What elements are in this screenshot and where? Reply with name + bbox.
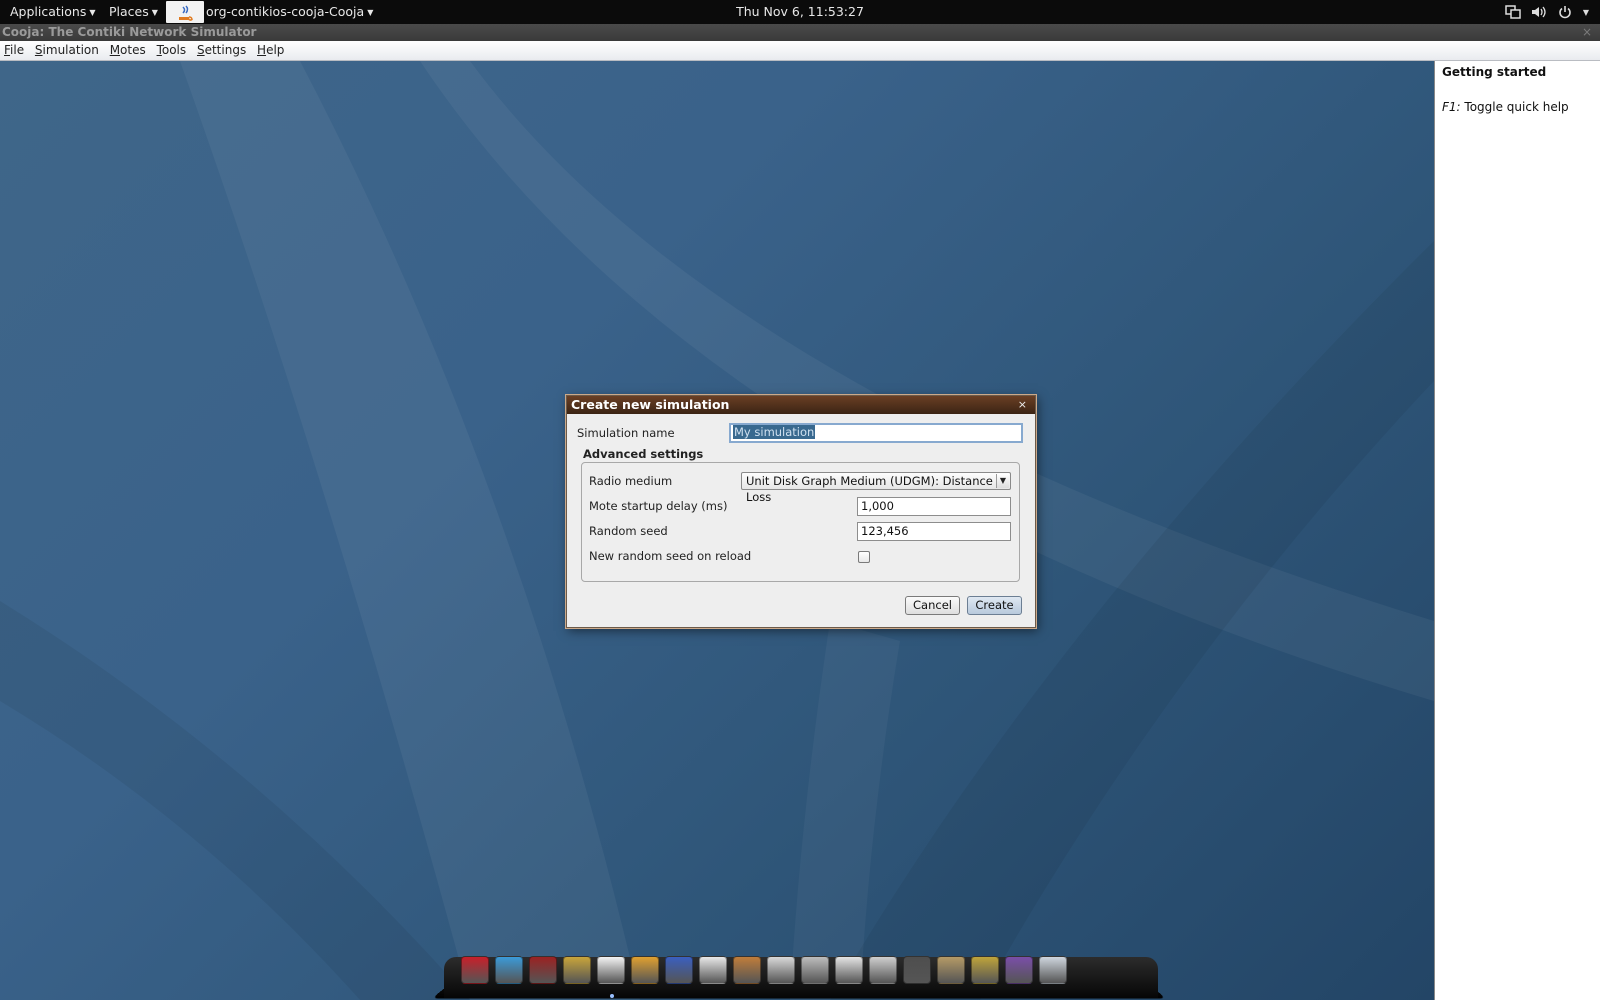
text-editor-icon[interactable] xyxy=(835,956,863,984)
places-label: Places xyxy=(109,4,149,19)
menu-mnemonic: M xyxy=(109,43,121,57)
radio-medium-label: Radio medium xyxy=(589,474,673,488)
mote-startup-delay-input[interactable]: 1,000 xyxy=(857,497,1011,516)
dock-icons xyxy=(461,956,1067,998)
radio-medium-select[interactable]: Unit Disk Graph Medium (UDGM): Distance … xyxy=(741,472,1011,504)
close-icon[interactable]: × xyxy=(1018,396,1027,414)
scroll-icon[interactable] xyxy=(733,956,761,984)
window-titlebar[interactable]: Cooja: The Contiki Network Simulator × xyxy=(0,24,1600,41)
chevron-down-icon: ▼ xyxy=(89,8,96,17)
help-hint-key: F1: xyxy=(1442,100,1461,114)
chevron-down-icon: ▼ xyxy=(151,8,158,17)
menu-mnemonic: S xyxy=(34,43,43,57)
chevron-down-icon: ▼ xyxy=(367,8,374,17)
window-title: Cooja: The Contiki Network Simulator xyxy=(2,25,257,39)
menu-file[interactable]: File xyxy=(4,43,24,57)
menu-settings[interactable]: Settings xyxy=(197,43,246,57)
menu-mnemonic: H xyxy=(257,43,267,57)
menu-label: imulation xyxy=(42,43,99,57)
chevron-down-icon[interactable]: ▼ xyxy=(996,474,1009,488)
menubar: File Simulation Motes Tools Settings Hel… xyxy=(0,41,1600,61)
java-app-icon xyxy=(166,1,204,23)
menu-mnemonic: S xyxy=(196,43,205,57)
volume-icon[interactable] xyxy=(1530,3,1548,21)
cancel-button[interactable]: Cancel xyxy=(905,596,960,615)
advanced-settings-title: Advanced settings xyxy=(583,447,706,461)
places-menu[interactable]: Places ▼ xyxy=(109,0,158,24)
clock[interactable]: Thu Nov 6, 11:53:27 xyxy=(736,4,864,19)
workspace-icon[interactable] xyxy=(1005,956,1033,984)
calculator-icon[interactable] xyxy=(801,956,829,984)
document-icon[interactable] xyxy=(767,956,795,984)
menu-simulation[interactable]: Simulation xyxy=(35,43,99,57)
top-panel: Applications ▼ Places ▼ org-contikios-cooj… xyxy=(0,0,1600,24)
simulation-name-value: My simulation xyxy=(733,425,816,439)
keyboard-layout-icon[interactable] xyxy=(903,956,931,984)
cat-face-icon[interactable] xyxy=(631,956,659,984)
window-list-button[interactable]: org-contikios-cooja-Cooja ▼ xyxy=(166,0,373,24)
archive-icon[interactable] xyxy=(937,956,965,984)
help-title: Getting started xyxy=(1442,65,1547,79)
show-desktop-icon[interactable] xyxy=(1039,956,1067,984)
wizard-icon[interactable] xyxy=(665,956,693,984)
applications-label: Applications xyxy=(10,4,87,19)
chevron-down-icon[interactable]: ▼ xyxy=(1582,3,1590,21)
gimp-icon[interactable] xyxy=(971,956,999,984)
accessibility-icon[interactable] xyxy=(461,956,489,984)
java-icon[interactable] xyxy=(597,956,625,998)
system-tray: ▼ xyxy=(1504,3,1590,21)
simulation-name-label: Simulation name xyxy=(577,426,675,440)
quick-help-panel: Getting started F1: Toggle quick help xyxy=(1434,61,1600,1000)
new-random-seed-checkbox[interactable] xyxy=(858,551,870,563)
simulation-name-input[interactable]: My simulation xyxy=(729,423,1023,443)
help-hint: F1: Toggle quick help xyxy=(1442,100,1593,114)
menu-label: otes xyxy=(120,43,146,57)
screenshot-icon[interactable] xyxy=(529,956,557,984)
dialog-title: Create new simulation xyxy=(571,397,730,412)
chat-bubble-icon[interactable] xyxy=(699,956,727,984)
dialog-titlebar[interactable]: Create new simulation × xyxy=(567,396,1035,414)
menu-tools[interactable]: Tools xyxy=(157,43,187,57)
random-seed-label: Random seed xyxy=(589,524,668,538)
blue-bird-icon[interactable] xyxy=(495,956,523,984)
create-button[interactable]: Create xyxy=(967,596,1022,615)
power-icon[interactable] xyxy=(1556,3,1574,21)
random-seed-input[interactable]: 123,456 xyxy=(857,522,1011,541)
mote-startup-delay-label: Mote startup delay (ms) xyxy=(589,499,728,513)
menu-label: ools xyxy=(161,43,187,57)
menu-help[interactable]: Help xyxy=(257,43,284,57)
applications-menu[interactable]: Applications ▼ xyxy=(10,0,96,24)
new-random-seed-label: New random seed on reload xyxy=(589,549,752,563)
menu-motes[interactable]: Motes xyxy=(110,43,146,57)
menu-label: ettings xyxy=(204,43,247,57)
help-hint-text: Toggle quick help xyxy=(1460,100,1569,114)
close-icon[interactable]: × xyxy=(1582,24,1592,41)
window-list-label: org-contikios-cooja-Cooja xyxy=(206,4,365,19)
search-icon[interactable] xyxy=(869,956,897,984)
menu-label: ile xyxy=(10,43,25,57)
menu-label: elp xyxy=(266,43,285,57)
network-icon[interactable] xyxy=(1504,3,1522,21)
magnifier-icon[interactable] xyxy=(563,956,591,984)
